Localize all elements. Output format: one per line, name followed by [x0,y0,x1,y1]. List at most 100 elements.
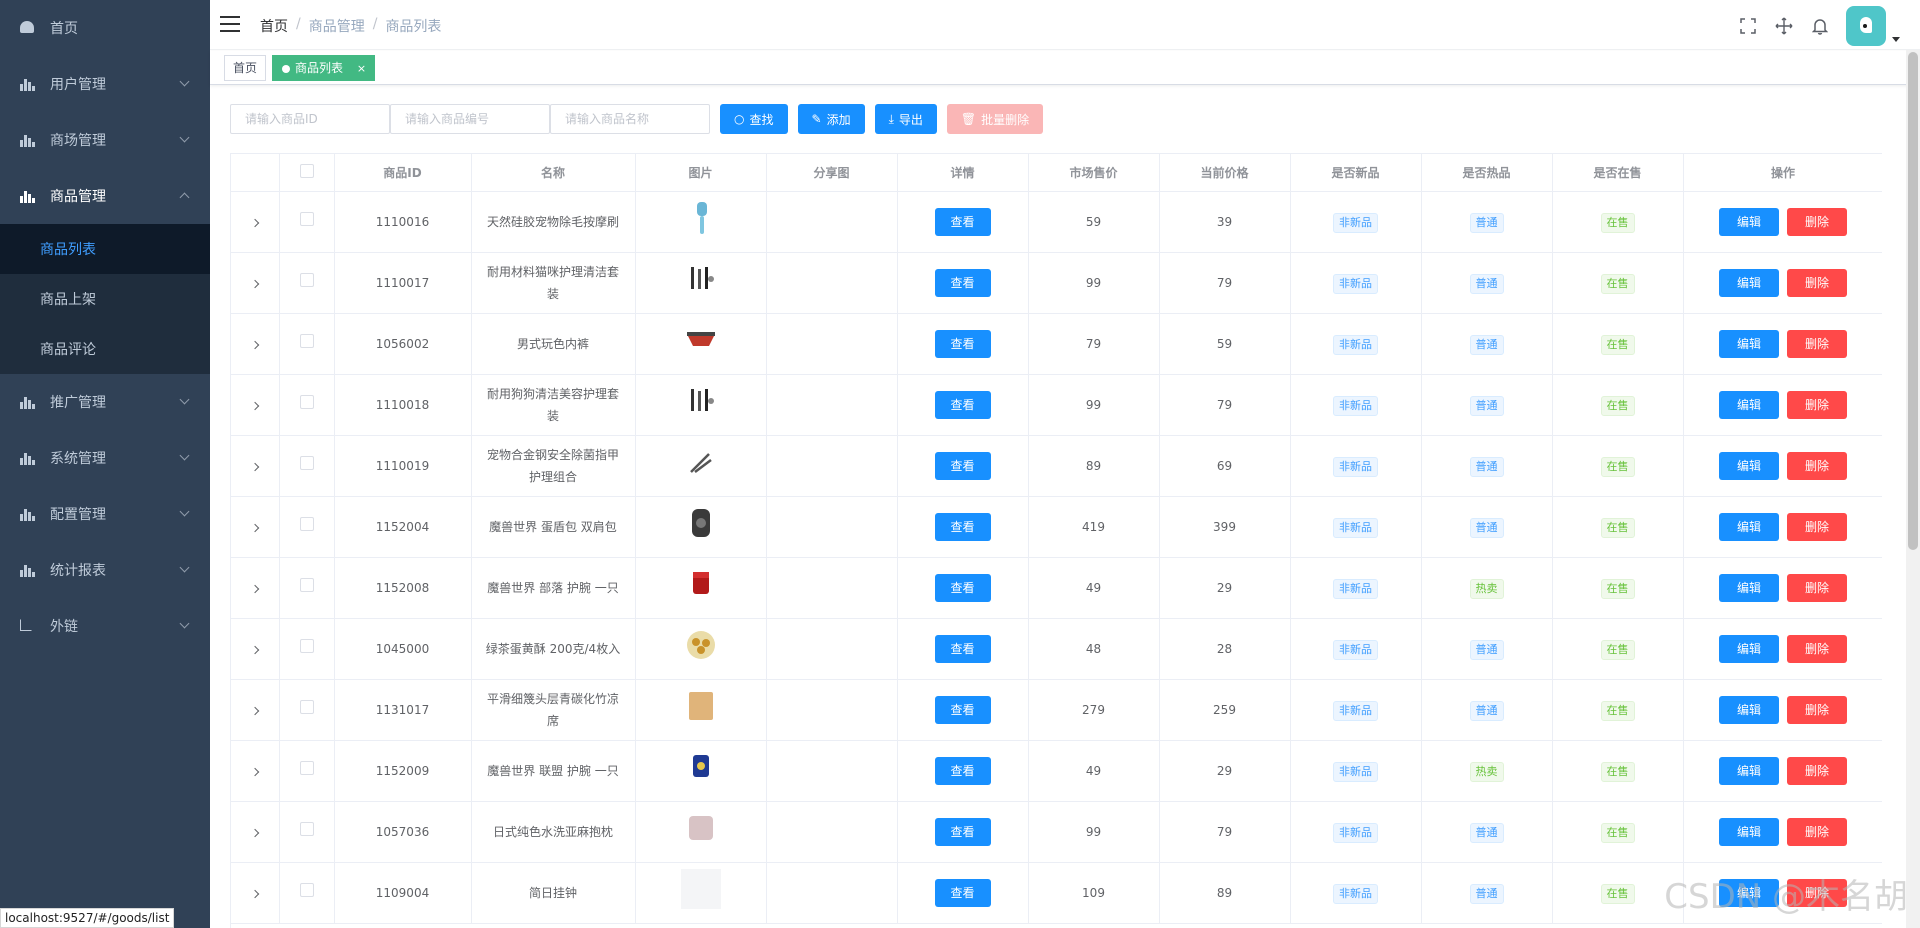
sidebar-item-6[interactable]: 配置管理 [0,486,210,542]
edit-button[interactable]: 编辑 [1719,695,1779,724]
pillow-image[interactable] [681,808,721,848]
row-checkbox[interactable] [299,516,314,531]
row-checkbox[interactable] [299,394,314,409]
tools-image[interactable] [681,381,721,421]
view-detail-button[interactable]: 查看 [934,329,991,358]
expand-chevron-icon[interactable] [250,279,259,288]
row-checkbox[interactable] [299,455,314,470]
row-checkbox[interactable] [299,638,314,653]
row-checkbox[interactable] [299,272,314,287]
sidebar-item-4[interactable]: 推广管理 [0,374,210,430]
goods-name-input[interactable] [550,104,710,134]
submenu-item-2[interactable]: 商品评论 [0,324,210,374]
expand-chevron-icon[interactable] [250,462,259,471]
wristband-blue-image[interactable] [681,747,721,787]
add-button[interactable]: ✎ 添加 [797,104,865,134]
breadcrumb-home[interactable]: 首页 [260,16,288,36]
sidebar-item-7[interactable]: 统计报表 [0,542,210,598]
sidebar-item-0[interactable]: 首页 [0,0,210,56]
edit-button[interactable]: 编辑 [1719,756,1779,785]
wristband-red-image[interactable] [681,564,721,604]
submenu-item-1[interactable]: 商品上架 [0,274,210,324]
tag-home[interactable]: 首页 [224,55,267,81]
sidebar-item-5[interactable]: 系统管理 [0,430,210,486]
expand-chevron-icon[interactable] [250,218,259,227]
view-detail-button[interactable]: 查看 [934,756,991,785]
user-avatar[interactable] [1846,6,1886,46]
underwear-image[interactable] [681,320,721,360]
size-move-icon[interactable] [1766,8,1802,44]
view-detail-button[interactable]: 查看 [934,390,991,419]
expand-chevron-icon[interactable] [250,706,259,715]
edit-button[interactable]: 编辑 [1719,268,1779,297]
delete-button[interactable]: 删除 [1787,390,1847,419]
clock-image[interactable] [680,869,721,909]
mat-image[interactable] [681,686,721,726]
goods-id-input[interactable] [230,104,390,134]
edit-button[interactable]: 编辑 [1719,634,1779,663]
view-detail-button[interactable]: 查看 [934,268,991,297]
delete-button[interactable]: 删除 [1787,695,1847,724]
sidebar-item-3[interactable]: 商品管理 [0,168,210,224]
expand-chevron-icon[interactable] [250,767,259,776]
view-detail-button[interactable]: 查看 [934,451,991,480]
delete-button[interactable]: 删除 [1787,756,1847,785]
delete-button[interactable]: 删除 [1787,207,1847,236]
edit-button[interactable]: 编辑 [1719,329,1779,358]
goods-sn-input[interactable] [390,104,550,134]
expand-chevron-icon[interactable] [250,828,259,837]
edit-button[interactable]: 编辑 [1719,451,1779,480]
brush-image[interactable] [681,198,721,238]
row-checkbox[interactable] [299,821,314,836]
delete-button[interactable]: 删除 [1787,817,1847,846]
pastry-image[interactable] [681,625,721,665]
edit-button[interactable]: 编辑 [1719,817,1779,846]
delete-button[interactable]: 删除 [1787,878,1847,907]
view-detail-button[interactable]: 查看 [934,512,991,541]
delete-button[interactable]: 删除 [1787,512,1847,541]
delete-button[interactable]: 删除 [1787,329,1847,358]
expand-chevron-icon[interactable] [250,889,259,898]
edit-button[interactable]: 编辑 [1719,390,1779,419]
backpack-image[interactable] [681,503,721,543]
view-detail-button[interactable]: 查看 [934,207,991,236]
sidebar-item-8[interactable]: 外链 [0,598,210,654]
row-checkbox[interactable] [299,882,314,897]
row-checkbox[interactable] [299,211,314,226]
export-button[interactable]: ⤓ 导出 [874,104,937,134]
sidebar-item-2[interactable]: 商场管理 [0,112,210,168]
expand-chevron-icon[interactable] [250,645,259,654]
row-checkbox[interactable] [299,760,314,775]
fullscreen-icon[interactable] [1730,8,1766,44]
delete-button[interactable]: 删除 [1787,573,1847,602]
close-icon[interactable]: × [357,62,366,75]
chevron-down-icon[interactable] [1892,36,1900,42]
hamburger-menu-icon[interactable] [220,16,240,32]
submenu-item-0[interactable]: 商品列表 [0,224,210,274]
sidebar-item-1[interactable]: 用户管理 [0,56,210,112]
delete-button[interactable]: 删除 [1787,268,1847,297]
edit-button[interactable]: 编辑 [1719,573,1779,602]
expand-chevron-icon[interactable] [250,401,259,410]
clipper-image[interactable] [681,442,721,482]
row-checkbox[interactable] [299,577,314,592]
select-all-checkbox[interactable] [299,163,314,178]
bell-icon[interactable] [1802,8,1838,44]
edit-button[interactable]: 编辑 [1719,512,1779,541]
delete-button[interactable]: 删除 [1787,451,1847,480]
row-checkbox[interactable] [299,699,314,714]
tools-image[interactable] [681,259,721,299]
row-checkbox[interactable] [299,333,314,348]
expand-chevron-icon[interactable] [250,584,259,593]
expand-chevron-icon[interactable] [250,340,259,349]
view-detail-button[interactable]: 查看 [934,878,991,907]
view-detail-button[interactable]: 查看 [934,695,991,724]
tag-goods-list[interactable]: 商品列表 × [272,55,376,81]
view-detail-button[interactable]: 查看 [934,634,991,663]
search-button[interactable]: ○ 查找 [720,104,788,134]
expand-chevron-icon[interactable] [250,523,259,532]
page-scrollbar-thumb[interactable] [1908,52,1918,550]
edit-button[interactable]: 编辑 [1719,207,1779,236]
view-detail-button[interactable]: 查看 [934,573,991,602]
edit-button[interactable]: 编辑 [1719,878,1779,907]
